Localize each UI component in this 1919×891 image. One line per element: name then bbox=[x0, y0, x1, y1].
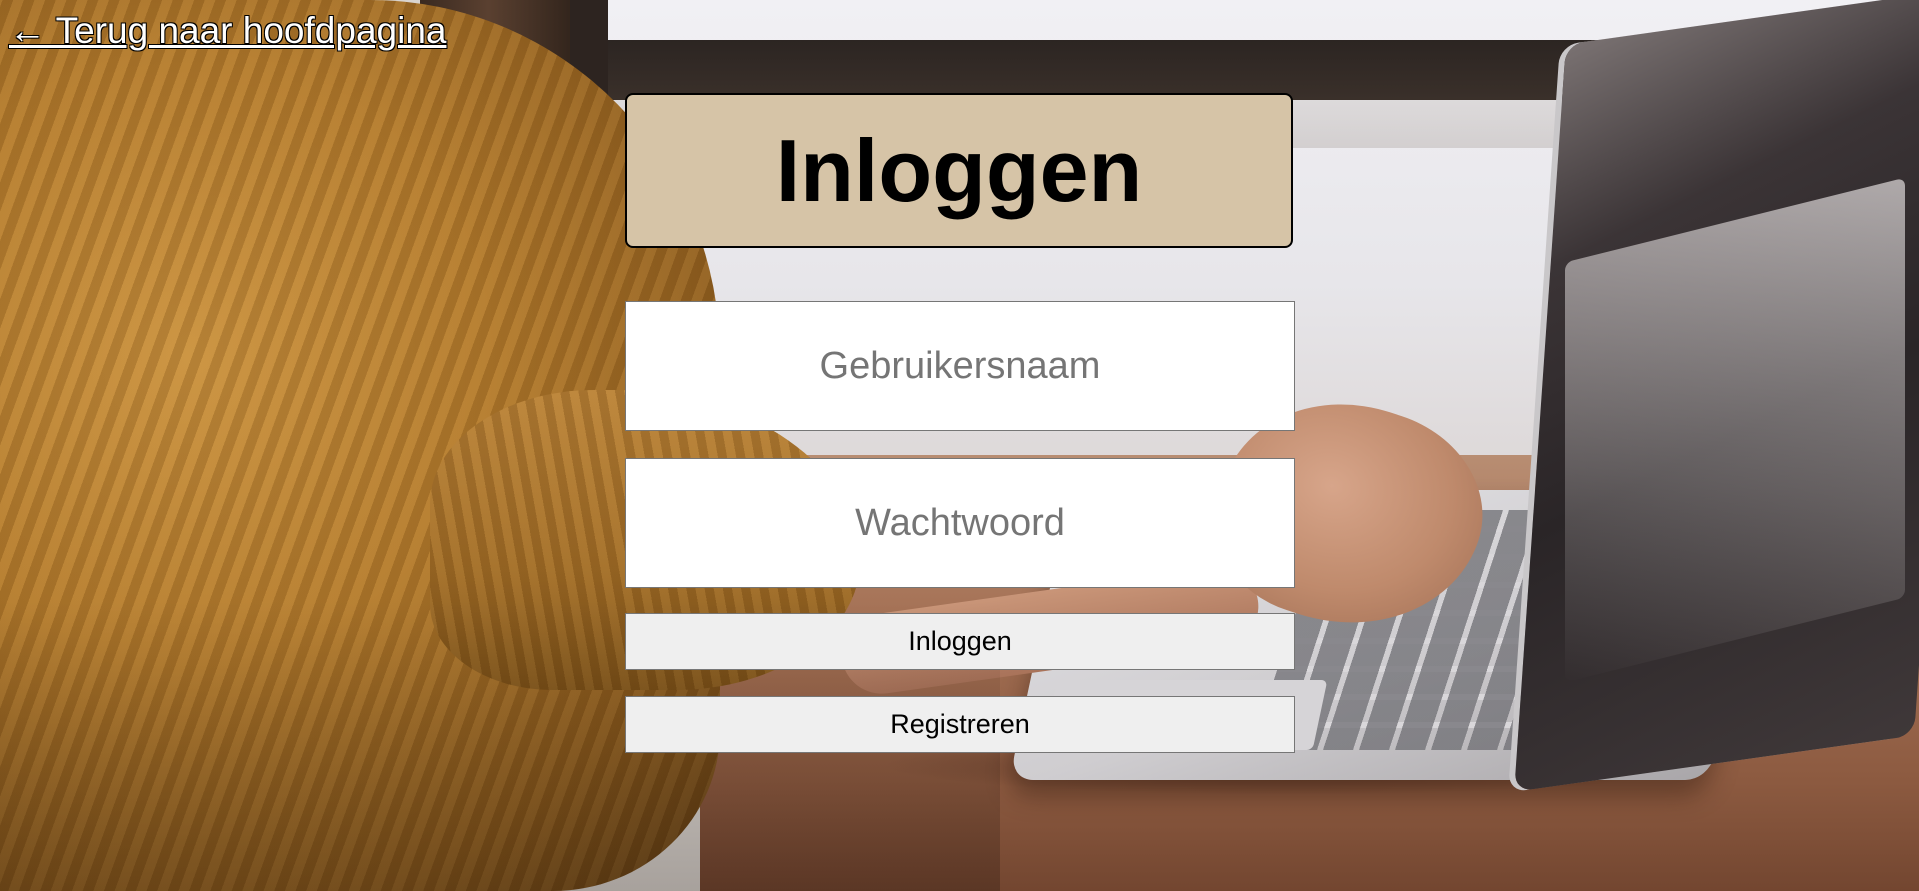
login-page: ← Terug naar hoofdpagina Inloggen Inlogg… bbox=[0, 0, 1919, 891]
back-to-home-link[interactable]: ← Terug naar hoofdpagina bbox=[9, 11, 446, 51]
page-title: Inloggen bbox=[775, 120, 1143, 220]
login-panel: Inloggen Inloggen Registreren bbox=[625, 93, 1295, 753]
login-button[interactable]: Inloggen bbox=[625, 613, 1295, 670]
screen-glare bbox=[1565, 177, 1905, 683]
password-input[interactable] bbox=[625, 458, 1295, 588]
username-input[interactable] bbox=[625, 301, 1295, 431]
title-box: Inloggen bbox=[625, 93, 1293, 248]
register-button[interactable]: Registreren bbox=[625, 696, 1295, 753]
